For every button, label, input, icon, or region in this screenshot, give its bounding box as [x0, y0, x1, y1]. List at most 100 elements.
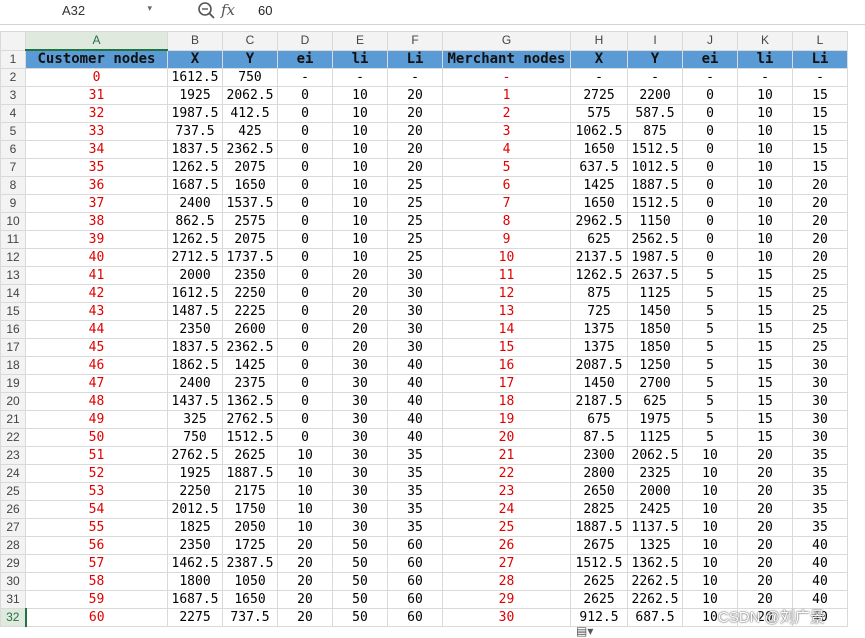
- table-cell[interactable]: 31: [25, 86, 168, 105]
- table-cell[interactable]: 46: [25, 356, 168, 375]
- table-cell[interactable]: 1450: [627, 302, 683, 321]
- table-cell[interactable]: 22: [442, 464, 571, 483]
- row-header[interactable]: 22: [0, 428, 26, 447]
- table-cell[interactable]: 2825: [570, 500, 628, 519]
- table-cell[interactable]: 30: [792, 392, 848, 411]
- table-cell[interactable]: -: [387, 68, 443, 87]
- table-cell[interactable]: 0: [682, 194, 738, 213]
- table-cell[interactable]: 0: [277, 86, 333, 105]
- table-cell[interactable]: 30: [792, 374, 848, 393]
- table-cell[interactable]: 30: [332, 464, 388, 483]
- table-cell[interactable]: 1725: [222, 536, 278, 555]
- table-cell[interactable]: 737.5: [167, 122, 223, 141]
- table-cell[interactable]: 1825: [167, 518, 223, 537]
- table-cell[interactable]: 2962.5: [570, 212, 628, 231]
- table-cell[interactable]: 2637.5: [627, 266, 683, 285]
- table-cell[interactable]: 10: [277, 500, 333, 519]
- table-cell[interactable]: 1425: [570, 176, 628, 195]
- table-cell[interactable]: 5: [682, 266, 738, 285]
- table-cell[interactable]: 0: [277, 158, 333, 177]
- table-cell[interactable]: 2625: [570, 572, 628, 591]
- table-cell[interactable]: 5: [682, 302, 738, 321]
- table-cell[interactable]: 10: [332, 158, 388, 177]
- table-cell[interactable]: 0: [277, 338, 333, 357]
- table-cell[interactable]: 0: [682, 212, 738, 231]
- paste-options-icon[interactable]: ▤▾: [576, 624, 593, 638]
- row-header[interactable]: 15: [0, 302, 26, 321]
- table-cell[interactable]: 1325: [627, 536, 683, 555]
- table-cell[interactable]: 10: [682, 518, 738, 537]
- row-header[interactable]: 13: [0, 266, 26, 285]
- table-cell[interactable]: 1462.5: [167, 554, 223, 573]
- table-cell[interactable]: 5: [682, 374, 738, 393]
- table-cell[interactable]: 2350: [167, 320, 223, 339]
- table-cell[interactable]: 20: [277, 572, 333, 591]
- table-cell[interactable]: 35: [792, 446, 848, 465]
- table-cell[interactable]: 0: [682, 176, 738, 195]
- table-cell[interactable]: 2012.5: [167, 500, 223, 519]
- table-cell[interactable]: 20: [387, 104, 443, 123]
- table-cell[interactable]: 875: [570, 284, 628, 303]
- table-cell[interactable]: 10: [277, 464, 333, 483]
- chevron-down-icon[interactable]: ▾: [147, 3, 152, 14]
- table-cell[interactable]: 1750: [222, 500, 278, 519]
- table-cell[interactable]: 43: [25, 302, 168, 321]
- row-header[interactable]: 16: [0, 320, 26, 339]
- formula-input[interactable]: 60: [258, 3, 272, 18]
- row-header[interactable]: 1: [0, 49, 26, 69]
- table-cell[interactable]: 20: [737, 554, 793, 573]
- table-cell[interactable]: 10: [442, 248, 571, 267]
- table-cell[interactable]: 637.5: [570, 158, 628, 177]
- table-cell[interactable]: -: [627, 68, 683, 87]
- table-cell[interactable]: 60: [387, 590, 443, 609]
- table-cell[interactable]: 13: [442, 302, 571, 321]
- table-cell[interactable]: 20: [277, 554, 333, 573]
- table-cell[interactable]: 40: [387, 392, 443, 411]
- table-cell[interactable]: 1062.5: [570, 122, 628, 141]
- table-cell[interactable]: 1125: [627, 284, 683, 303]
- table-cell[interactable]: 2275: [167, 608, 223, 627]
- table-cell[interactable]: 1837.5: [167, 338, 223, 357]
- table-cell[interactable]: 40: [792, 536, 848, 555]
- table-cell[interactable]: 2575: [222, 212, 278, 231]
- table-cell[interactable]: 10: [682, 536, 738, 555]
- table-cell[interactable]: 2725: [570, 86, 628, 105]
- row-header[interactable]: 29: [0, 554, 26, 573]
- table-cell[interactable]: 35: [387, 446, 443, 465]
- table-cell[interactable]: 2050: [222, 518, 278, 537]
- table-cell[interactable]: 2650: [570, 482, 628, 501]
- table-cell[interactable]: 5: [682, 356, 738, 375]
- table-cell[interactable]: 45: [25, 338, 168, 357]
- table-cell[interactable]: 1837.5: [167, 140, 223, 159]
- table-cell[interactable]: 2225: [222, 302, 278, 321]
- table-cell[interactable]: 1450: [570, 374, 628, 393]
- table-cell[interactable]: 575: [570, 104, 628, 123]
- table-cell[interactable]: 2675: [570, 536, 628, 555]
- table-cell[interactable]: 23: [442, 482, 571, 501]
- table-cell[interactable]: 1437.5: [167, 392, 223, 411]
- table-cell[interactable]: 2625: [570, 590, 628, 609]
- table-cell[interactable]: 30: [332, 446, 388, 465]
- table-cell[interactable]: 10: [332, 212, 388, 231]
- table-cell[interactable]: 1012.5: [627, 158, 683, 177]
- row-header[interactable]: 25: [0, 482, 26, 501]
- table-cell[interactable]: 2375: [222, 374, 278, 393]
- table-cell[interactable]: 41: [25, 266, 168, 285]
- table-cell[interactable]: 60: [387, 536, 443, 555]
- table-cell[interactable]: 0: [682, 230, 738, 249]
- table-cell[interactable]: 5: [682, 428, 738, 447]
- header-cell[interactable]: Li: [792, 49, 848, 69]
- column-header-e[interactable]: E: [332, 31, 388, 51]
- table-cell[interactable]: 19: [442, 410, 571, 429]
- row-header[interactable]: 8: [0, 176, 26, 195]
- table-cell[interactable]: 21: [442, 446, 571, 465]
- table-cell[interactable]: 25: [387, 212, 443, 231]
- table-cell[interactable]: 50: [332, 536, 388, 555]
- row-header[interactable]: 17: [0, 338, 26, 357]
- table-cell[interactable]: 30: [332, 518, 388, 537]
- table-cell[interactable]: 15: [737, 356, 793, 375]
- table-cell[interactable]: 737.5: [222, 608, 278, 627]
- table-cell[interactable]: 675: [570, 410, 628, 429]
- table-cell[interactable]: 58: [25, 572, 168, 591]
- table-cell[interactable]: 10: [682, 554, 738, 573]
